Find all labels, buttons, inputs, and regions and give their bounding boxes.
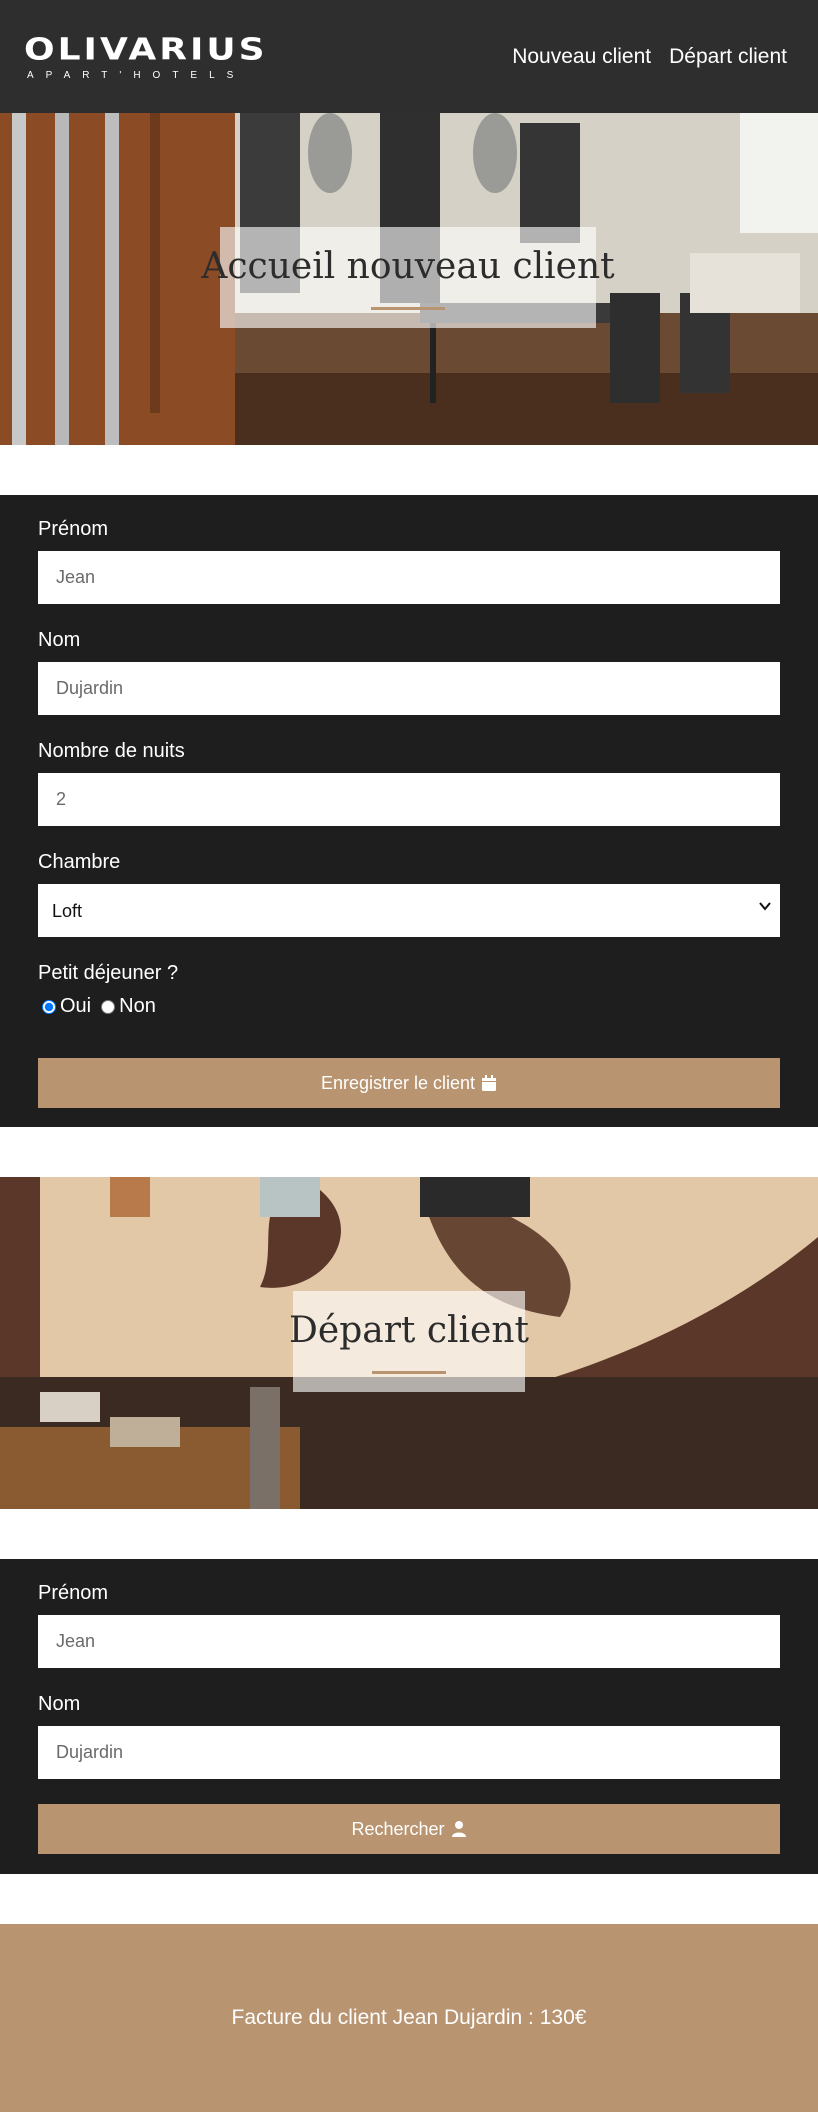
firstname-label: Prénom <box>38 518 109 540</box>
register-client-button[interactable]: Enregistrer le client <box>38 1058 780 1108</box>
title-underline <box>371 306 445 310</box>
main-nav: Nouveau client Départ client <box>512 45 787 69</box>
hero-departure: Départ client <box>0 1177 818 1509</box>
room-select[interactable]: Loft <box>38 884 780 937</box>
nights-label: Nombre de nuits <box>38 740 185 762</box>
firstname-input[interactable] <box>38 551 780 604</box>
lastname-input[interactable] <box>38 662 780 715</box>
breakfast-option-no-label: Non <box>119 995 156 1017</box>
breakfast-option-yes-label: Oui <box>60 995 92 1017</box>
hero-new-client: Accueil nouveau client <box>0 113 818 445</box>
departure-firstname-label: Prénom <box>38 1582 109 1604</box>
section-spacer <box>0 1509 818 1559</box>
room-label: Chambre <box>38 851 121 873</box>
room-select-wrapper: Loft <box>38 884 780 937</box>
breakfast-radio-group: Oui Non <box>42 995 780 1018</box>
breakfast-option-no[interactable]: Non <box>101 995 156 1018</box>
departure-form: Prénom Nom Rechercher <box>0 1559 818 1874</box>
nights-input[interactable] <box>38 773 780 826</box>
olivarius-logo[interactable]: OLIVARIUS APART'HOTELS <box>24 32 268 81</box>
search-client-button[interactable]: Rechercher <box>38 1804 780 1854</box>
section-spacer <box>0 445 818 495</box>
departure-lastname-label: Nom <box>38 1693 81 1715</box>
logo-wordmark: OLIVARIUS <box>24 32 268 67</box>
logo-tagline: APART'HOTELS <box>27 70 246 81</box>
hero-title-new-client: Accueil nouveau client <box>201 245 615 287</box>
invoice-banner: Facture du client Jean Dujardin : 130€ <box>0 1924 818 2112</box>
calendar-icon <box>482 1075 497 1091</box>
breakfast-option-yes[interactable]: Oui <box>42 995 91 1018</box>
register-client-button-label: Enregistrer le client <box>320 1072 476 1093</box>
breakfast-radio-yes[interactable] <box>42 999 56 1014</box>
nav-link-departure[interactable]: Départ client <box>669 45 787 69</box>
lastname-label: Nom <box>38 629 81 651</box>
new-client-form: Prénom Nom Nombre de nuits Chambre Loft … <box>0 495 818 1127</box>
breakfast-label: Petit déjeuner ? <box>38 962 179 984</box>
section-spacer <box>0 1127 818 1177</box>
nav-link-new-client[interactable]: Nouveau client <box>512 45 651 69</box>
search-client-button-label: Rechercher <box>351 1818 445 1839</box>
top-navbar: OLIVARIUS APART'HOTELS Nouveau client Dé… <box>0 0 818 113</box>
hero-title-box: Accueil nouveau client <box>201 227 615 328</box>
invoice-text: Facture du client Jean Dujardin : 130€ <box>231 2006 587 2029</box>
hero-title-departure: Départ client <box>289 1309 529 1351</box>
user-icon <box>451 1821 466 1837</box>
departure-lastname-input[interactable] <box>38 1726 780 1779</box>
breakfast-radio-no[interactable] <box>101 999 116 1014</box>
hero-title-box: Départ client <box>289 1291 529 1392</box>
departure-firstname-input[interactable] <box>38 1615 780 1668</box>
title-underline <box>372 1370 446 1374</box>
section-spacer <box>0 1874 818 1924</box>
